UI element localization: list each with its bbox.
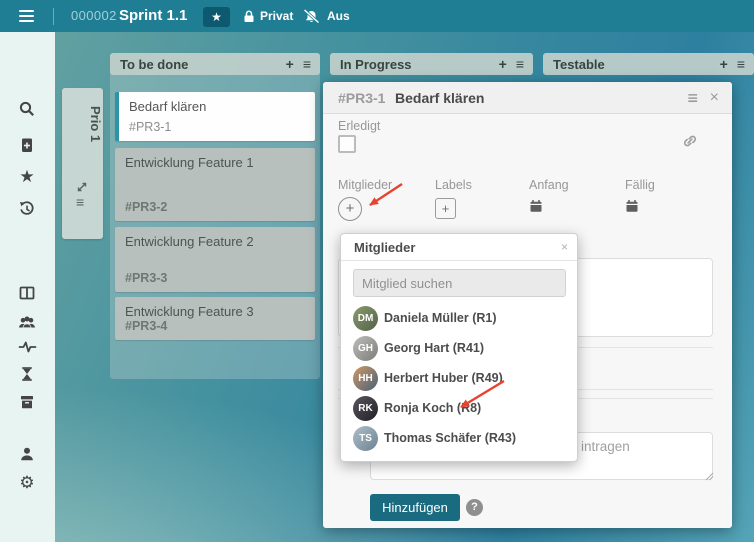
activity-icon[interactable]: [17, 337, 37, 357]
card-title: Bedarf klären: [129, 99, 207, 114]
list-testable: Testable + ≡: [543, 53, 754, 75]
add-card-icon[interactable]: +: [286, 53, 294, 75]
top-bar: 000002 Sprint 1.1 ★ Privat Aus: [0, 0, 754, 32]
card-id: #PR3-4: [125, 319, 168, 333]
list-menu-icon[interactable]: ≡: [516, 53, 524, 75]
member-item-thomas[interactable]: TS Thomas Schäfer (R43): [353, 426, 567, 451]
swimlane-prio1: Prio 1 ≡: [62, 88, 103, 239]
archive-icon[interactable]: [17, 392, 37, 412]
member-name: Georg Hart (R41): [384, 341, 485, 355]
card-detail-title: Bedarf klären: [395, 90, 485, 106]
members-label: Mitglieder: [338, 178, 393, 192]
members-popup-header: Mitglieder ×: [341, 234, 577, 261]
plus-icon: +: [441, 201, 450, 216]
member-name: Herbert Huber (R49): [384, 371, 503, 385]
members-icon[interactable]: [17, 312, 37, 332]
board-view-icon[interactable]: [17, 283, 37, 303]
member-item-georg[interactable]: GH Georg Hart (R41): [353, 336, 567, 361]
done-label: Erledigt: [338, 119, 381, 133]
card-pr3-3[interactable]: Entwicklung Feature 2 #PR3-3: [115, 227, 315, 292]
menu-icon[interactable]: [19, 10, 34, 22]
member-item-herbert[interactable]: HH Herbert Huber (R49): [353, 366, 567, 391]
member-name: Thomas Schäfer (R43): [384, 431, 516, 445]
member-name: Daniela Müller (R1): [384, 311, 497, 325]
list-title: Testable: [553, 56, 605, 72]
board-id: 000002: [71, 8, 117, 23]
due-date-calendar-icon[interactable]: [625, 199, 639, 213]
left-sidebar: ★ ⚙: [0, 32, 55, 542]
card-pr3-1[interactable]: Bedarf klären #PR3-1: [115, 92, 315, 141]
card-menu-icon[interactable]: ≡: [687, 82, 698, 114]
card-id: #PR3-1: [129, 120, 172, 134]
user-icon[interactable]: [17, 444, 37, 464]
start-date-calendar-icon[interactable]: [529, 199, 543, 213]
card-title: Entwicklung Feature 2: [125, 234, 254, 249]
due-label: Fällig: [625, 178, 655, 192]
avatar: RK: [353, 396, 378, 421]
list-menu-icon[interactable]: ≡: [737, 53, 745, 75]
add-member-button[interactable]: +: [338, 197, 362, 221]
avatar: DM: [353, 306, 378, 331]
member-search-input[interactable]: [353, 269, 566, 297]
settings-icon[interactable]: ⚙: [17, 473, 37, 493]
divider: [53, 8, 54, 25]
notifications-toggle[interactable]: Aus: [327, 0, 350, 32]
list-header: To be done + ≡: [110, 53, 320, 75]
card-id: #PR3-2: [125, 200, 168, 214]
swimlane-menu-icon[interactable]: ≡: [76, 194, 84, 210]
list-to-be-done: To be done + ≡ Bedarf klären #PR3-1 Entw…: [110, 53, 320, 379]
star-icon: ★: [211, 10, 222, 24]
add-card-icon[interactable]: +: [720, 53, 728, 75]
start-label: Anfang: [529, 178, 569, 192]
plus-icon: +: [345, 200, 355, 217]
hourglass-icon[interactable]: [17, 364, 37, 384]
history-icon[interactable]: [17, 199, 37, 219]
comment-placeholder: intragen: [581, 439, 630, 454]
avatar: TS: [353, 426, 378, 451]
add-comment-button[interactable]: Hinzufügen: [370, 494, 460, 521]
close-icon[interactable]: ×: [710, 82, 719, 114]
list-header: Testable + ≡: [543, 53, 754, 75]
member-item-ronja[interactable]: RK Ronja Koch (R8): [353, 396, 567, 421]
notifications-off-icon: [303, 9, 320, 24]
privacy-toggle[interactable]: Privat: [260, 0, 293, 32]
members-popup-title: Mitglieder: [354, 240, 416, 255]
list-in-progress: In Progress + ≡: [330, 53, 533, 75]
done-checkbox[interactable]: [338, 135, 356, 153]
board-title[interactable]: Sprint 1.1: [119, 0, 187, 32]
member-item-daniela[interactable]: DM Daniela Müller (R1): [353, 306, 567, 331]
starred-boards-icon[interactable]: ★: [17, 167, 37, 187]
list-menu-icon[interactable]: ≡: [303, 53, 311, 75]
member-name: Ronja Koch (R8): [384, 401, 482, 415]
labels-label: Labels: [435, 178, 472, 192]
card-pr3-2[interactable]: Entwicklung Feature 1 #PR3-2: [115, 148, 315, 221]
link-icon[interactable]: [681, 132, 699, 150]
card-detail-header: #PR3-1 Bedarf klären ≡ ×: [323, 82, 732, 114]
help-icon[interactable]: ?: [466, 499, 483, 516]
list-title: In Progress: [340, 56, 412, 72]
card-title: Entwicklung Feature 1: [125, 155, 254, 170]
app-window: 000002 Sprint 1.1 ★ Privat Aus ★ ⚙ Prio …: [0, 0, 754, 542]
list-title: To be done: [120, 56, 189, 72]
members-popup: Mitglieder × DM Daniela Müller (R1) GH G…: [340, 233, 578, 462]
card-id: #PR3-3: [125, 271, 168, 285]
card-title: Entwicklung Feature 3: [125, 304, 254, 319]
resize-handle[interactable]: [705, 472, 714, 481]
avatar: HH: [353, 366, 378, 391]
card-detail-id: #PR3-1: [338, 90, 386, 106]
avatar: GH: [353, 336, 378, 361]
add-card-icon[interactable]: +: [499, 53, 507, 75]
add-document-icon[interactable]: [17, 135, 37, 155]
card-pr3-4[interactable]: Entwicklung Feature 3 #PR3-4: [115, 297, 315, 340]
list-header: In Progress + ≡: [330, 53, 533, 75]
add-label-button[interactable]: +: [435, 198, 456, 219]
search-icon[interactable]: [17, 99, 37, 119]
star-board-button[interactable]: ★: [203, 7, 230, 27]
close-icon[interactable]: ×: [561, 234, 568, 261]
lock-icon: [244, 10, 254, 22]
